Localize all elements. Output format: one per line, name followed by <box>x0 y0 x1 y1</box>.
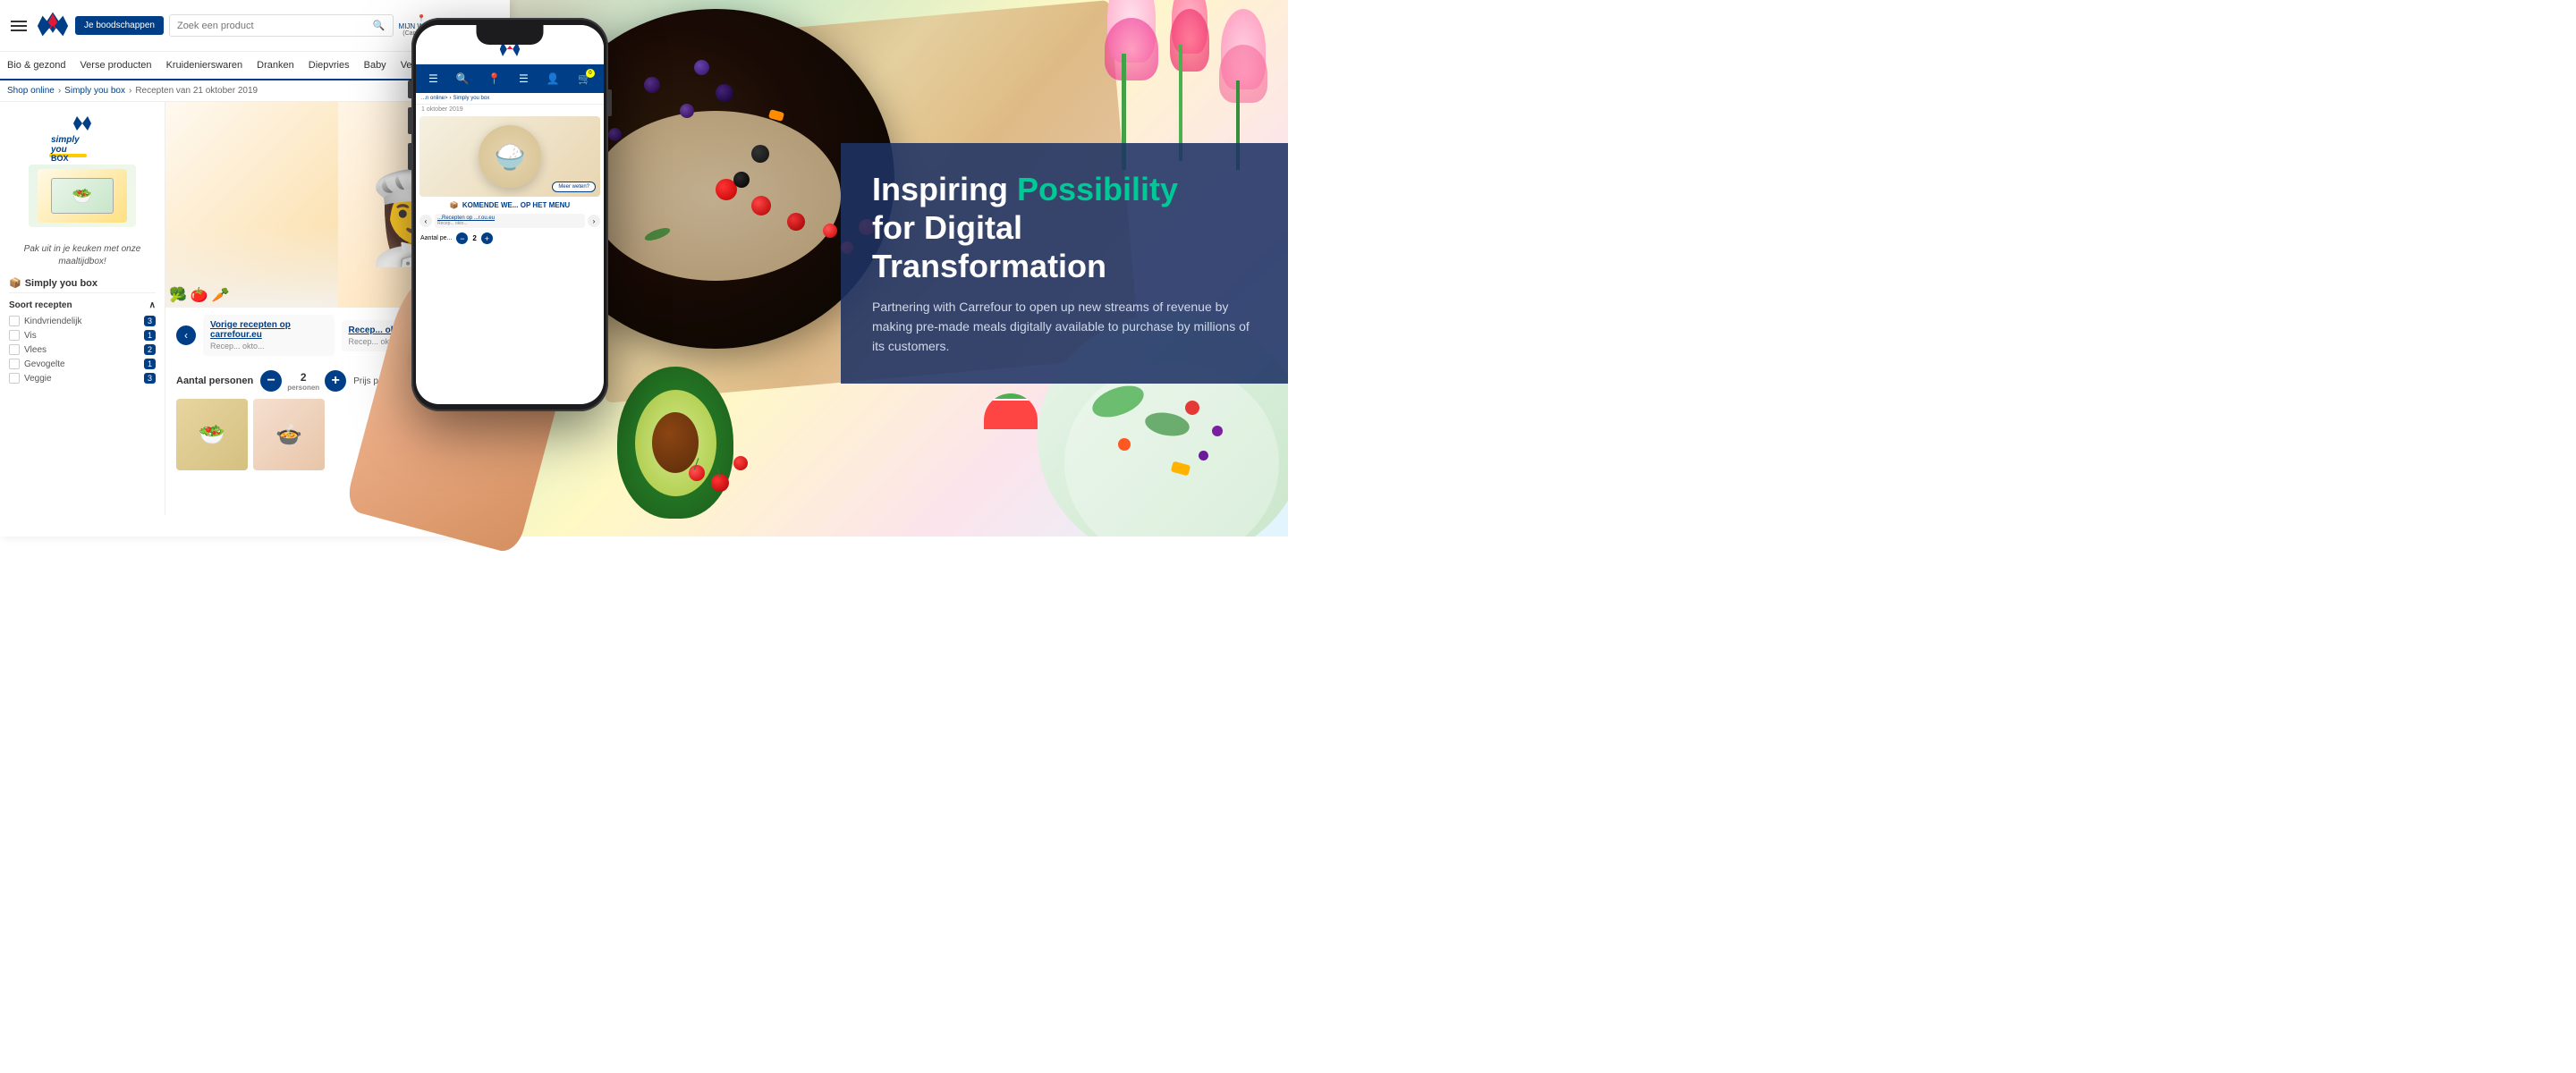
recipe-prev-arrow[interactable]: ‹ <box>176 325 196 345</box>
phone-persons-label: Aantal pe... <box>420 235 452 241</box>
phone-persons-section: Aantal pe... − 2 + <box>416 230 604 247</box>
menu-button[interactable] <box>7 17 30 35</box>
phone-meer-weten-btn[interactable]: Meer weten? <box>552 182 596 192</box>
overlay-title-white2: for Digital <box>872 209 1022 246</box>
svg-text:BOX: BOX <box>51 154 69 163</box>
breadcrumb-shop[interactable]: Shop online <box>7 86 55 96</box>
box-icon-phone: 📦 <box>450 201 459 209</box>
sidebar-tagline: Pak uit in je keuken met onze maaltijdbo… <box>9 243 156 268</box>
phone-recipe-date: Recep... okto... <box>437 221 582 226</box>
overlay-text-box: Inspiring Possibility for Digital Transf… <box>841 143 1288 384</box>
simply-logo-area: simply you BOX 🥗 <box>9 111 156 236</box>
phone-minus-btn[interactable]: − <box>456 232 468 244</box>
phone-notch <box>477 25 544 45</box>
overlay-title: Inspiring Possibility for Digital Transf… <box>872 170 1257 286</box>
recipe-card-img-1[interactable]: 🥗 <box>176 399 248 470</box>
phone-menu-icon[interactable]: ☰ <box>428 72 438 85</box>
nav-bio[interactable]: Bio & gezond <box>7 60 65 71</box>
phone-next-arrow[interactable]: › <box>588 215 600 227</box>
phone-recipe-card: ...Recepten op ...r.ou.eu Recep... okto.… <box>435 214 585 228</box>
persons-label: Aantal personen <box>176 376 253 386</box>
phone-search-icon[interactable]: 🔍 <box>456 72 470 85</box>
simply-you-box-logo: simply you BOX <box>42 111 123 165</box>
phone-breadcrumb: ...n online> › Simply you box <box>416 93 604 105</box>
phone-cart-icon[interactable]: 🛒0 <box>578 72 591 85</box>
phone-device: ☰ 🔍 📍 ☰ 👤 🛒0 ...n online> › Simply you b… <box>411 18 608 411</box>
phone-plus-btn[interactable]: + <box>481 232 493 244</box>
overlay-title-highlight: Possibility <box>1017 171 1178 207</box>
phone-bowl-image: 🍚 <box>479 125 541 188</box>
product-box-image: 🥗 <box>29 165 136 227</box>
checkbox-gevogelte[interactable] <box>9 359 20 369</box>
svg-text:simply: simply <box>51 135 80 145</box>
shop-button[interactable]: Je boodschappen <box>75 16 164 35</box>
filter-chevron[interactable]: ∧ <box>149 300 156 310</box>
filter-title: Soort recepten ∧ <box>9 300 156 310</box>
breadcrumb-sep1: › <box>58 86 61 96</box>
breadcrumb-current: Recepten van 21 oktober 2019 <box>135 86 258 96</box>
sidebar-section-title[interactable]: 📦 Simply you box <box>9 277 156 293</box>
carrefour-logo[interactable] <box>36 9 70 43</box>
phone-screen: ☰ 🔍 📍 ☰ 👤 🛒0 ...n online> › Simply you b… <box>416 25 604 404</box>
filter-kindvriendelijk[interactable]: Kindvriendelijk 3 <box>9 316 156 326</box>
phone-list-icon[interactable]: ☰ <box>519 72 529 85</box>
filter-gevogelte[interactable]: Gevogelte 1 <box>9 359 156 369</box>
watermelon-deco <box>984 393 1038 447</box>
phone-persons-val: 2 <box>472 234 476 242</box>
breadcrumb-sep2: › <box>129 86 131 96</box>
breadcrumb-simply[interactable]: Simply you box <box>64 86 125 96</box>
checkbox-veggie[interactable] <box>9 373 20 384</box>
phone-account-icon[interactable]: 👤 <box>547 72 560 85</box>
phone-prev-arrow[interactable]: ‹ <box>419 215 432 227</box>
checkbox-vis[interactable] <box>9 330 20 341</box>
sidebar: simply you BOX 🥗 <box>0 102 165 515</box>
phone-hero: 🍚 Meer weten? <box>419 116 600 197</box>
phone-date: 1 oktober 2019 <box>416 105 604 114</box>
checkbox-vlees[interactable] <box>9 344 20 355</box>
filter-veggie[interactable]: Veggie 3 <box>9 373 156 384</box>
overlay-title-white3: Transformation <box>872 248 1106 284</box>
filter-vlees[interactable]: Vlees 2 <box>9 344 156 355</box>
overlay-title-white1: Inspiring <box>872 171 1017 207</box>
checkbox-kindvriendelijk[interactable] <box>9 316 20 326</box>
phone-komende-week: 📦 KOMENDE WE... OP HET MENU <box>416 199 604 212</box>
phone-hand-area: ☰ 🔍 📍 ☰ 👤 🛒0 ...n online> › Simply you b… <box>268 0 716 536</box>
filter-vis[interactable]: Vis 1 <box>9 330 156 341</box>
filter-group: Soort recepten ∧ Kindvriendelijk 3 Vis <box>9 300 156 384</box>
nav-kruideniers[interactable]: Kruidenierswaren <box>166 60 243 71</box>
overlay-description: Partnering with Carrefour to open up new… <box>872 297 1257 357</box>
box-icon: 📦 <box>9 277 21 289</box>
nav-verse[interactable]: Verse producten <box>80 60 151 71</box>
phone-nav-bar: ☰ 🔍 📍 ☰ 👤 🛒0 <box>416 64 604 93</box>
phone-recipe-nav: ‹ ...Recepten op ...r.ou.eu Recep... okt… <box>416 212 604 230</box>
phone-location-icon[interactable]: 📍 <box>487 72 501 85</box>
